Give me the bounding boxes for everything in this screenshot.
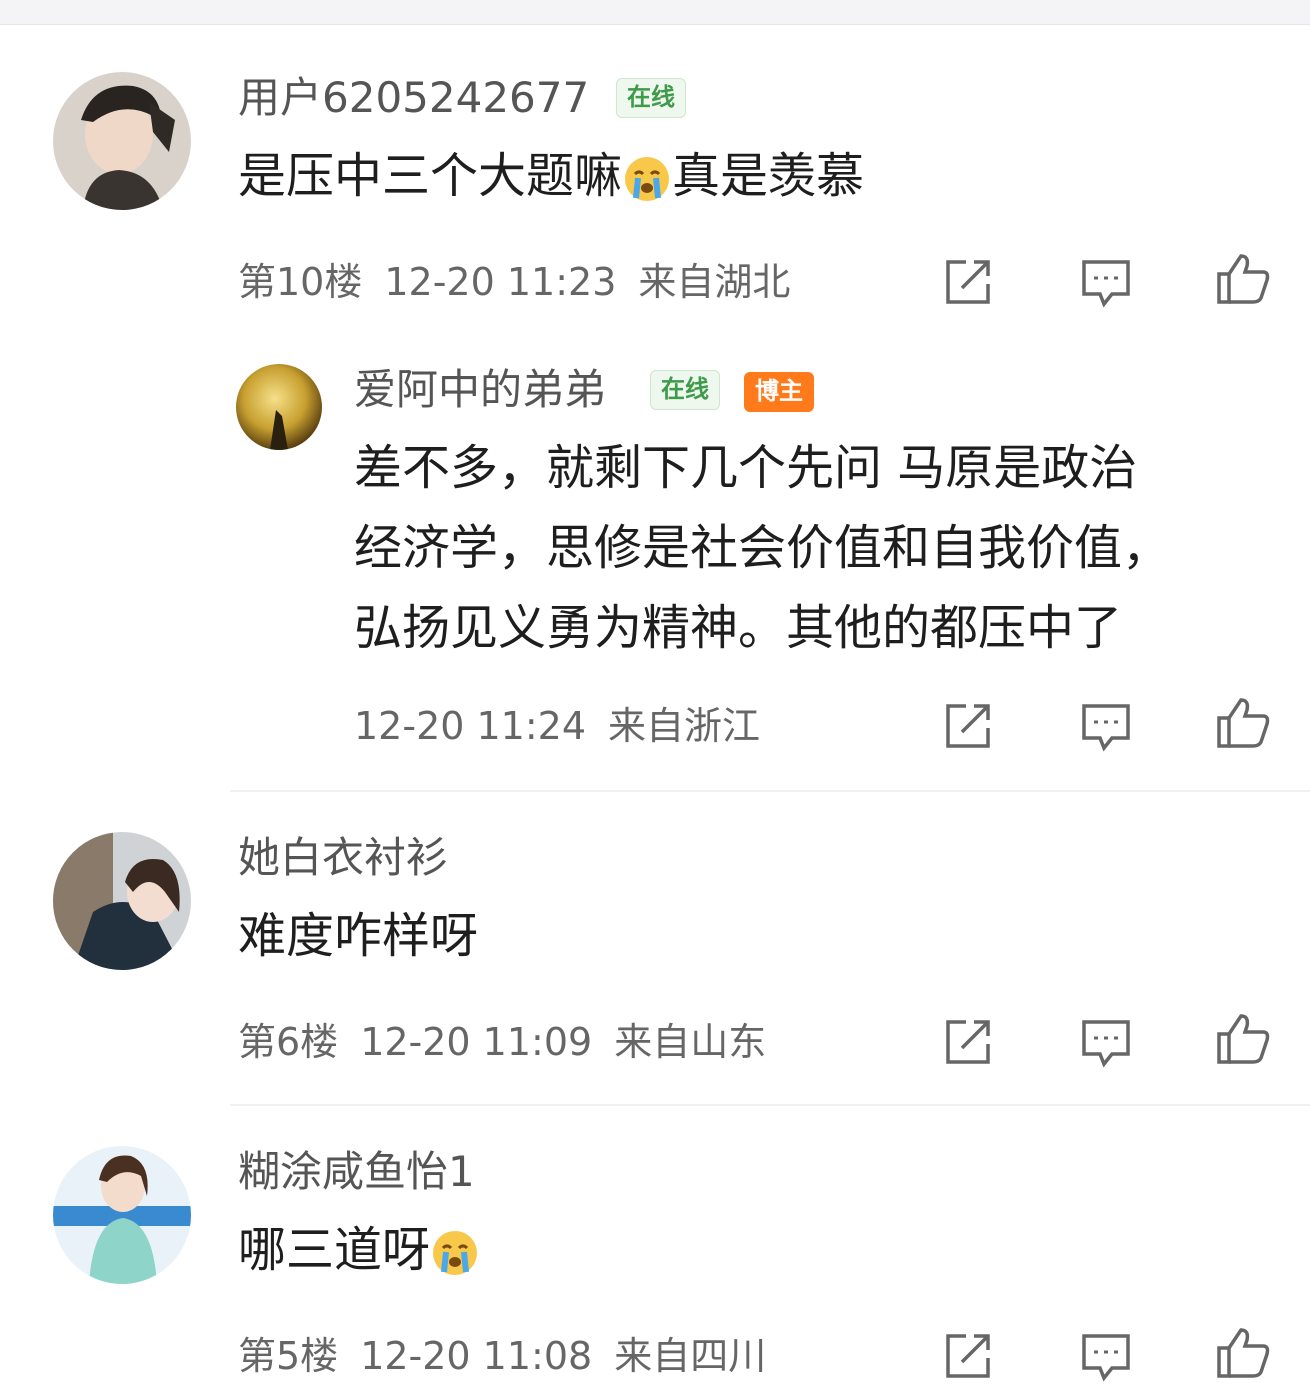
floor-number: 第5楼 bbox=[238, 1334, 339, 1378]
timestamp: 12-20 11:08 bbox=[360, 1334, 593, 1378]
share-icon[interactable] bbox=[940, 698, 996, 754]
floor-number: 第10楼 bbox=[238, 260, 363, 304]
username[interactable]: 用户6205242677 bbox=[238, 74, 589, 122]
reply-text-line: 经济学，思修是社会价值和自我价值， bbox=[354, 520, 1171, 576]
location: 来自浙江 bbox=[608, 704, 761, 748]
comment-meta: 第5楼 12-20 11:08 来自四川 bbox=[238, 1334, 788, 1378]
like-icon[interactable] bbox=[1215, 250, 1271, 306]
avatar[interactable] bbox=[53, 72, 191, 210]
comment-icon[interactable] bbox=[1078, 698, 1134, 754]
timestamp: 12-20 11:24 bbox=[354, 704, 587, 748]
comment-text: 哪三道呀 bbox=[238, 1210, 480, 1290]
comment-icon[interactable] bbox=[1078, 254, 1134, 310]
like-icon[interactable] bbox=[1215, 694, 1271, 750]
comment-icon[interactable] bbox=[1078, 1328, 1134, 1384]
reply-text-line: 差不多，就剩下几个先问 马原是政治 bbox=[354, 440, 1138, 496]
username[interactable]: 她白衣衬衫 bbox=[238, 834, 448, 882]
blogger-badge: 博主 bbox=[744, 372, 814, 412]
share-icon[interactable] bbox=[940, 1014, 996, 1070]
avatar[interactable] bbox=[53, 1146, 191, 1284]
reply-meta: 12-20 11:24 来自浙江 bbox=[354, 704, 782, 748]
top-bar bbox=[0, 0, 1310, 25]
reply-avatar[interactable] bbox=[236, 364, 322, 450]
location: 来自四川 bbox=[614, 1334, 767, 1378]
comment-text-part: 是压中三个大题嘛 bbox=[238, 148, 623, 204]
avatar[interactable] bbox=[53, 832, 191, 970]
comment-text-part: 真是羡慕 bbox=[672, 148, 865, 204]
comment-text-part: 哪三道呀 bbox=[238, 1222, 431, 1278]
timestamp: 12-20 11:23 bbox=[384, 260, 617, 304]
comment-text: 难度咋样呀 bbox=[238, 908, 479, 964]
reply-text-line: 弘扬见义勇为精神。其他的都压中了 bbox=[354, 600, 1123, 656]
timestamp: 12-20 11:09 bbox=[360, 1020, 593, 1064]
share-icon[interactable] bbox=[940, 1328, 996, 1384]
location: 来自湖北 bbox=[638, 260, 791, 304]
crying-face-icon bbox=[625, 157, 670, 201]
crying-face-icon bbox=[433, 1231, 478, 1275]
divider bbox=[230, 790, 1310, 792]
reply-username[interactable]: 爱阿中的弟弟 bbox=[354, 366, 606, 414]
location: 来自山东 bbox=[614, 1020, 767, 1064]
floor-number: 第6楼 bbox=[238, 1020, 339, 1064]
comment-meta: 第6楼 12-20 11:09 来自山东 bbox=[238, 1020, 788, 1064]
share-icon[interactable] bbox=[940, 254, 996, 310]
online-badge: 在线 bbox=[616, 78, 686, 118]
comment-meta: 第10楼 12-20 11:23 来自湖北 bbox=[238, 260, 812, 304]
comment-text: 是压中三个大题嘛 真是羡慕 bbox=[238, 136, 864, 216]
like-icon[interactable] bbox=[1215, 1324, 1271, 1380]
username[interactable]: 糊涂咸鱼怡1 bbox=[238, 1148, 475, 1196]
online-badge: 在线 bbox=[650, 370, 720, 410]
divider bbox=[230, 1104, 1310, 1106]
comment-icon[interactable] bbox=[1078, 1014, 1134, 1070]
like-icon[interactable] bbox=[1215, 1010, 1271, 1066]
